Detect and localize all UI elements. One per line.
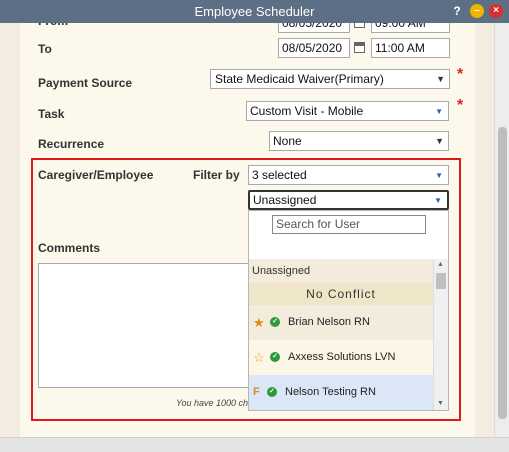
dropdown-option-unassigned[interactable]: Unassigned [249,259,433,283]
window-title: Employee Scheduler [194,4,315,19]
f-badge-icon: F [253,386,260,398]
caregiver-label: Caregiver/Employee [38,168,154,182]
star-outline-icon: ☆ [253,350,265,365]
recurrence-label: Recurrence [38,137,105,151]
to-label: To [38,42,52,56]
list-item-label: Axxess Solutions LVN [288,351,396,363]
comments-label: Comments [38,241,101,255]
close-icon[interactable]: × [489,4,503,18]
to-time-field[interactable]: 11:00 AM [371,38,450,58]
recurrence-select[interactable]: None ▼ [269,131,449,151]
calendar-icon[interactable] [354,42,365,53]
window-scrollbar-thumb[interactable] [498,127,507,419]
comments-textarea[interactable] [38,263,250,388]
task-value: Custom Visit - Mobile [250,104,364,118]
task-label: Task [38,107,65,121]
list-item-label: Brian Nelson RN [288,316,370,328]
scroll-down-icon[interactable]: ▼ [437,400,444,407]
recurrence-value: None [273,134,302,148]
chevron-down-icon: ▼ [434,196,442,205]
chevron-down-icon: ▼ [435,171,443,180]
chevron-down-icon: ▼ [436,74,445,84]
payment-source-label: Payment Source [38,76,133,90]
group-header-no-conflict: No Conflict [249,283,433,305]
search-input[interactable]: Search for User [272,215,426,234]
task-select[interactable]: Custom Visit - Mobile ▼ [246,101,449,121]
filter-by-label: Filter by [193,168,240,182]
list-item[interactable]: ★ ✓ Brian Nelson RN [249,305,433,340]
check-icon: ✓ [270,352,280,362]
caregiver-value: Unassigned [253,193,317,207]
star-filled-icon: ★ [253,315,265,330]
check-icon: ✓ [270,317,280,327]
title-bar-overlay: Employee Scheduler ? – × [0,0,509,23]
payment-source-value: State Medicaid Waiver(Primary) [215,72,384,86]
dropdown-scrollbar[interactable]: ▲ ▼ [433,259,448,410]
bottom-strip [0,437,509,452]
list-item[interactable]: ☆ ✓ Axxess Solutions LVN [249,340,433,375]
window-scrollbar[interactable] [494,23,509,437]
filter-by-value: 3 selected [252,168,307,182]
list-item-selected[interactable]: F ✓ Nelson Testing RN [249,375,433,410]
caregiver-select[interactable]: Unassigned ▼ [248,190,449,210]
to-date-field[interactable]: 08/05/2020 [278,38,350,58]
payment-source-select[interactable]: State Medicaid Waiver(Primary) ▼ [210,69,450,89]
help-icon[interactable]: ? [450,4,464,18]
scroll-up-icon[interactable]: ▲ [437,261,444,268]
chevron-down-icon: ▼ [435,136,444,146]
dropdown-scrollbar-thumb[interactable] [436,273,446,289]
filter-by-select[interactable]: 3 selected ▼ [248,165,449,185]
caregiver-dropdown-list[interactable]: Search for User Unassigned No Conflict ★… [248,210,449,411]
chevron-down-icon: ▼ [435,107,443,116]
list-item-label: Nelson Testing RN [285,386,376,398]
required-marker: * [457,97,464,114]
required-marker: * [457,66,464,83]
character-count-note: You have 1000 cha [176,398,254,408]
check-icon: ✓ [267,387,277,397]
minimize-icon[interactable]: – [470,4,484,18]
